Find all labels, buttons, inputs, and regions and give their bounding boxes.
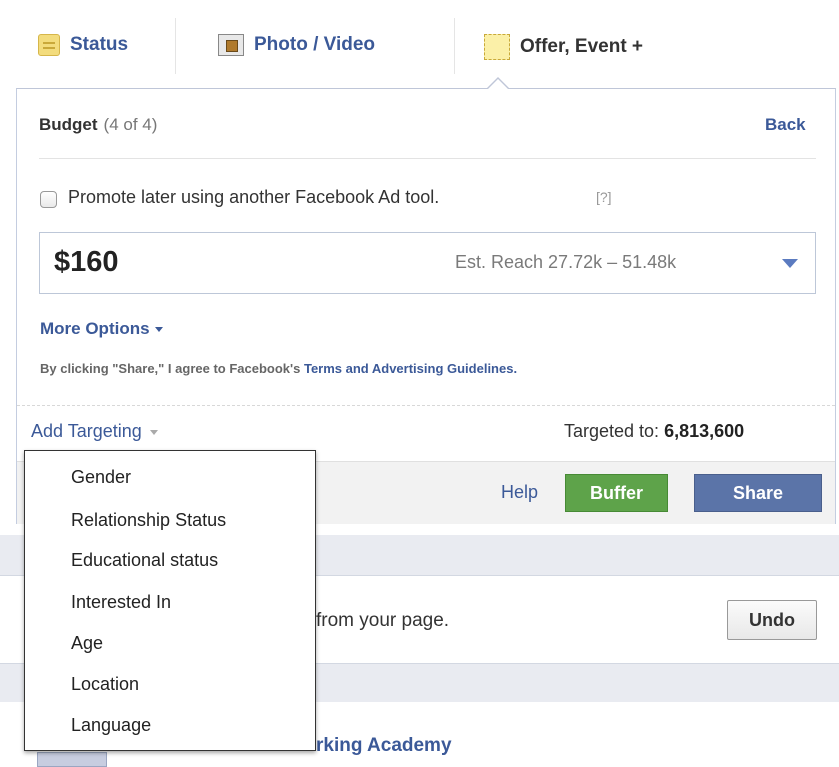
share-button[interactable]: Share bbox=[694, 474, 822, 512]
page-avatar[interactable] bbox=[37, 752, 107, 767]
menu-item-language[interactable]: Language bbox=[71, 715, 151, 736]
photo-icon bbox=[218, 34, 244, 56]
tab-offer-event[interactable]: Offer, Event + bbox=[484, 34, 643, 60]
tab-divider bbox=[175, 18, 176, 74]
budget-title: Budget bbox=[39, 115, 98, 134]
help-link[interactable]: Help bbox=[501, 482, 538, 503]
terms-prefix: By clicking "Share," I agree to Facebook… bbox=[40, 361, 304, 376]
tab-photo-video[interactable]: Photo / Video bbox=[218, 34, 375, 56]
budget-select[interactable] bbox=[39, 232, 816, 294]
tab-status-label: Status bbox=[70, 34, 129, 55]
tab-divider bbox=[454, 18, 455, 74]
menu-item-educational-status[interactable]: Educational status bbox=[71, 550, 218, 571]
targeted-label: Targeted to: bbox=[564, 421, 660, 441]
offer-icon bbox=[484, 34, 510, 60]
promote-help-link[interactable]: [?] bbox=[596, 189, 612, 205]
targeted-summary: Targeted to: 6,813,600 bbox=[564, 421, 744, 442]
terms-notice: By clicking "Share," I agree to Facebook… bbox=[40, 361, 517, 376]
hidden-post-notice: from your page. bbox=[316, 610, 450, 631]
estimated-reach: Est. Reach 27.72k – 51.48k bbox=[455, 252, 677, 272]
add-targeting-button[interactable]: Add Targeting bbox=[31, 421, 158, 442]
composer-tabs: Status Photo / Video Offer, Event + bbox=[0, 0, 839, 90]
buffer-button[interactable]: Buffer bbox=[565, 474, 668, 512]
divider bbox=[39, 158, 816, 159]
menu-item-gender[interactable]: Gender bbox=[71, 467, 131, 488]
tab-status[interactable]: Status bbox=[38, 34, 128, 56]
menu-item-location[interactable]: Location bbox=[71, 674, 139, 695]
more-options-link[interactable]: More Options bbox=[40, 319, 163, 339]
more-options-label: More Options bbox=[40, 319, 150, 338]
terms-link[interactable]: Terms and Advertising Guidelines. bbox=[304, 361, 517, 376]
targeted-count: 6,813,600 bbox=[664, 421, 745, 441]
menu-item-age[interactable]: Age bbox=[71, 633, 103, 654]
active-tab-pointer-fill bbox=[487, 79, 509, 90]
tab-photo-video-label: Photo / Video bbox=[254, 34, 376, 55]
tab-offer-event-label: Offer, Event + bbox=[520, 36, 644, 57]
menu-item-relationship-status[interactable]: Relationship Status bbox=[71, 510, 226, 531]
budget-amount: $160 bbox=[54, 246, 119, 278]
budget-heading: Budget (4 of 4) bbox=[39, 115, 157, 135]
budget-step: (4 of 4) bbox=[103, 115, 158, 134]
targeting-dropdown-menu: Gender Relationship Status Educational s… bbox=[24, 450, 316, 751]
promote-later-label[interactable]: Promote later using another Facebook Ad … bbox=[68, 187, 439, 208]
chevron-down-icon bbox=[154, 327, 163, 333]
add-targeting-label: Add Targeting bbox=[31, 421, 142, 441]
promote-later-checkbox[interactable] bbox=[40, 191, 57, 208]
status-icon bbox=[38, 34, 60, 56]
back-link[interactable]: Back bbox=[765, 115, 806, 135]
dashed-divider bbox=[17, 405, 835, 406]
undo-button[interactable]: Undo bbox=[727, 600, 817, 640]
menu-item-interested-in[interactable]: Interested In bbox=[71, 592, 171, 613]
chevron-down-icon bbox=[149, 429, 158, 435]
chevron-down-icon[interactable] bbox=[782, 259, 798, 268]
page-name-link[interactable]: rking Academy bbox=[316, 735, 452, 757]
